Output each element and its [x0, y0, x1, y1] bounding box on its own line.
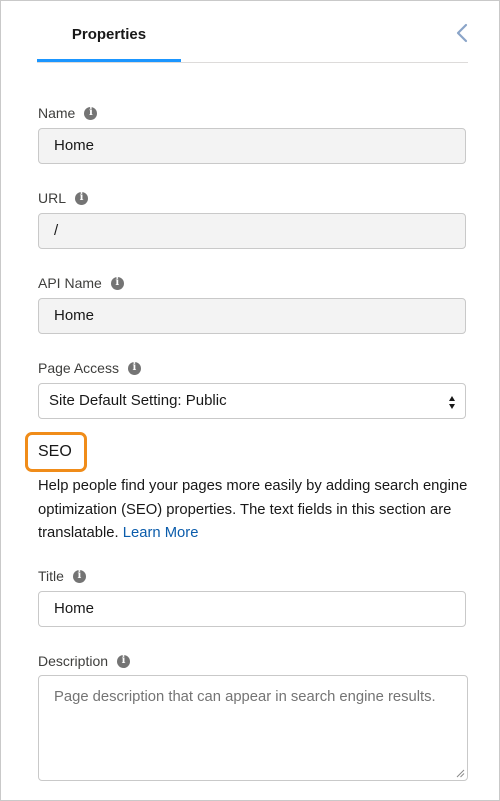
url-field[interactable]: / [38, 213, 466, 249]
seo-help-body: Help people find your pages more easily … [38, 478, 468, 541]
info-icon[interactable]: i [127, 361, 141, 375]
properties-panel: Properties Name i Home URL i / API Name … [0, 0, 500, 801]
up-down-arrows-icon [447, 392, 457, 412]
page-access-label: Page Access i [38, 360, 141, 376]
api-name-label: API Name i [38, 275, 124, 291]
info-icon[interactable]: i [72, 569, 86, 583]
page-access-label-text: Page Access [38, 360, 119, 376]
learn-more-link[interactable]: Learn More [123, 525, 199, 541]
url-label-text: URL [38, 190, 67, 206]
page-access-value: Site Default Setting: Public [49, 392, 227, 409]
url-label: URL i [38, 190, 89, 206]
info-icon[interactable]: i [110, 276, 124, 290]
info-icon[interactable]: i [75, 191, 89, 205]
chevron-left-icon [456, 23, 468, 43]
info-icon[interactable]: i [84, 106, 98, 120]
api-name-field[interactable]: Home [38, 298, 466, 334]
description-label: Description i [38, 653, 131, 669]
seo-heading: SEO [25, 432, 87, 472]
tab-bar: Properties [37, 1, 468, 63]
tab-properties[interactable]: Properties [37, 1, 181, 62]
page-access-select[interactable]: Site Default Setting: Public [38, 383, 466, 419]
description-label-text: Description [38, 653, 109, 669]
title-field[interactable]: Home [38, 591, 466, 627]
name-label-text: Name [38, 105, 76, 121]
name-label: Name i [38, 105, 98, 121]
description-placeholder: Page description that can appear in sear… [54, 689, 436, 705]
info-icon[interactable]: i [117, 654, 131, 668]
description-textarea[interactable]: Page description that can appear in sear… [38, 675, 468, 781]
api-name-label-text: API Name [38, 275, 102, 291]
resize-handle-icon[interactable] [455, 768, 465, 778]
seo-help-text: Help people find your pages more easily … [38, 475, 468, 546]
title-label: Title i [38, 568, 86, 584]
title-label-text: Title [38, 568, 64, 584]
collapse-panel-button[interactable] [451, 21, 473, 45]
name-field[interactable]: Home [38, 128, 466, 164]
